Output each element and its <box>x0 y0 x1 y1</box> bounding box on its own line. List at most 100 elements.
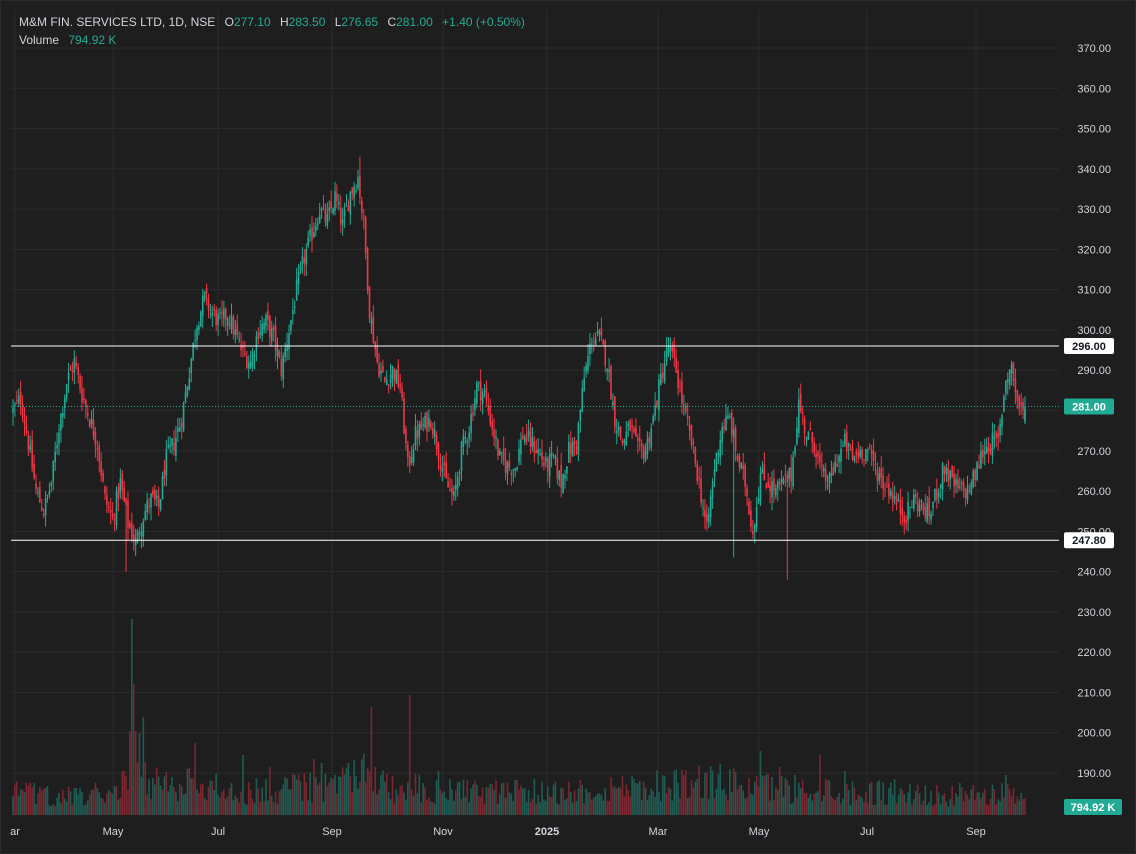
volume-bar <box>159 785 162 815</box>
volume-bar <box>491 784 493 815</box>
volume-bar <box>104 802 106 815</box>
candle-body <box>700 478 702 503</box>
volume-bar <box>671 800 674 815</box>
volume-bar <box>717 774 720 815</box>
symbol-title[interactable]: M&M FIN. SERVICES LTD, 1D, NSE <box>19 15 215 29</box>
time-axis[interactable]: ar May Jul Sep Nov 2025 Mar May Jul Sep <box>10 826 986 838</box>
candle-body <box>338 202 340 205</box>
volume-bar <box>891 794 894 815</box>
volume-bar <box>934 803 936 815</box>
candle-body <box>573 440 576 444</box>
candle-body <box>56 445 58 449</box>
volume-bar <box>290 789 292 815</box>
candle-body <box>997 433 999 438</box>
candle-body <box>284 348 286 357</box>
time-tick-label: ar <box>10 826 20 838</box>
candle-body <box>422 424 424 426</box>
volume-bar <box>991 784 994 815</box>
volume-bar <box>301 800 304 815</box>
candle-body <box>157 495 160 507</box>
volume-bar <box>106 793 108 815</box>
volume-bar <box>677 782 679 815</box>
volume-bar <box>683 775 685 815</box>
volume-label[interactable]: Volume <box>19 33 59 47</box>
candle-body <box>430 421 432 429</box>
volume-bar <box>983 788 986 815</box>
candle-body <box>46 494 49 496</box>
candlestick-chart[interactable]: 370.00 360.00 350.00 340.00 330.00 320.00 310.… <box>1 1 1135 853</box>
candle-body <box>1003 396 1005 412</box>
candle-body <box>972 470 975 488</box>
volume-bar <box>230 783 233 815</box>
high-label: H <box>280 15 289 29</box>
candle-body <box>589 343 591 355</box>
volume-bar <box>522 788 524 815</box>
candle-body <box>177 428 179 432</box>
volume-bar <box>16 781 18 815</box>
candle-body <box>226 318 229 326</box>
candle-body <box>399 384 401 388</box>
volume-bar <box>989 798 992 815</box>
candle-body <box>755 506 758 528</box>
candle-body <box>742 465 745 469</box>
volume-bar <box>980 798 982 815</box>
candle-body <box>993 436 996 440</box>
candle-body <box>92 419 95 437</box>
candle-body <box>48 491 51 495</box>
candle-body <box>138 532 141 535</box>
volume-bar <box>58 793 60 815</box>
volume-bar <box>957 796 959 815</box>
volume-bar <box>868 783 871 815</box>
volume-bar <box>305 782 308 815</box>
volume-bar <box>188 767 191 815</box>
volume-bar <box>347 762 350 815</box>
volume-bar <box>914 791 917 815</box>
candle-body <box>58 432 60 445</box>
volume-bar <box>184 793 187 815</box>
volume-bar <box>514 779 516 815</box>
candle-body <box>426 412 428 432</box>
volume-bar <box>658 792 660 815</box>
candle-body <box>615 430 618 434</box>
volume-bar <box>874 804 877 815</box>
volume-bar <box>684 770 687 815</box>
volume-bar <box>591 799 593 815</box>
candle-body <box>893 496 896 499</box>
volume-bar <box>397 795 400 815</box>
volume-bar <box>696 779 699 815</box>
candle-body <box>815 453 817 458</box>
ohlc-row: M&M FIN. SERVICES LTD, 1D, NSE O277.10 H… <box>19 13 525 31</box>
volume-bar <box>309 772 311 815</box>
candle-body <box>384 376 386 382</box>
volume-bar <box>180 786 183 815</box>
candle-body <box>617 427 620 431</box>
time-tick-label: May <box>103 826 124 838</box>
candle-body <box>813 442 815 453</box>
candle-body <box>822 467 825 472</box>
candle-body <box>244 353 246 355</box>
volume-bar <box>997 799 999 815</box>
price-tick-label: 200.00 <box>1077 728 1111 740</box>
candle-body <box>868 445 871 447</box>
volume-bar <box>69 791 72 815</box>
candle-body <box>1012 361 1015 381</box>
volume-bar <box>148 779 150 815</box>
candle-body <box>675 357 677 373</box>
candle-body <box>621 439 624 444</box>
volume-bar <box>706 772 708 815</box>
volume-bar <box>729 769 731 815</box>
volume-bar <box>332 779 334 815</box>
volume-bar <box>269 767 271 815</box>
candle-body <box>474 398 476 411</box>
volume-bar <box>129 731 131 815</box>
volume-bar <box>205 800 208 815</box>
volume-bar <box>752 794 754 815</box>
volume-bar <box>456 782 459 815</box>
candle-body <box>562 474 564 493</box>
volume-bar <box>253 803 256 815</box>
candle-body <box>188 378 191 390</box>
volume-bar <box>115 786 118 815</box>
candle-body <box>525 435 528 442</box>
candle-body <box>309 229 311 236</box>
volume-bar <box>861 797 863 815</box>
